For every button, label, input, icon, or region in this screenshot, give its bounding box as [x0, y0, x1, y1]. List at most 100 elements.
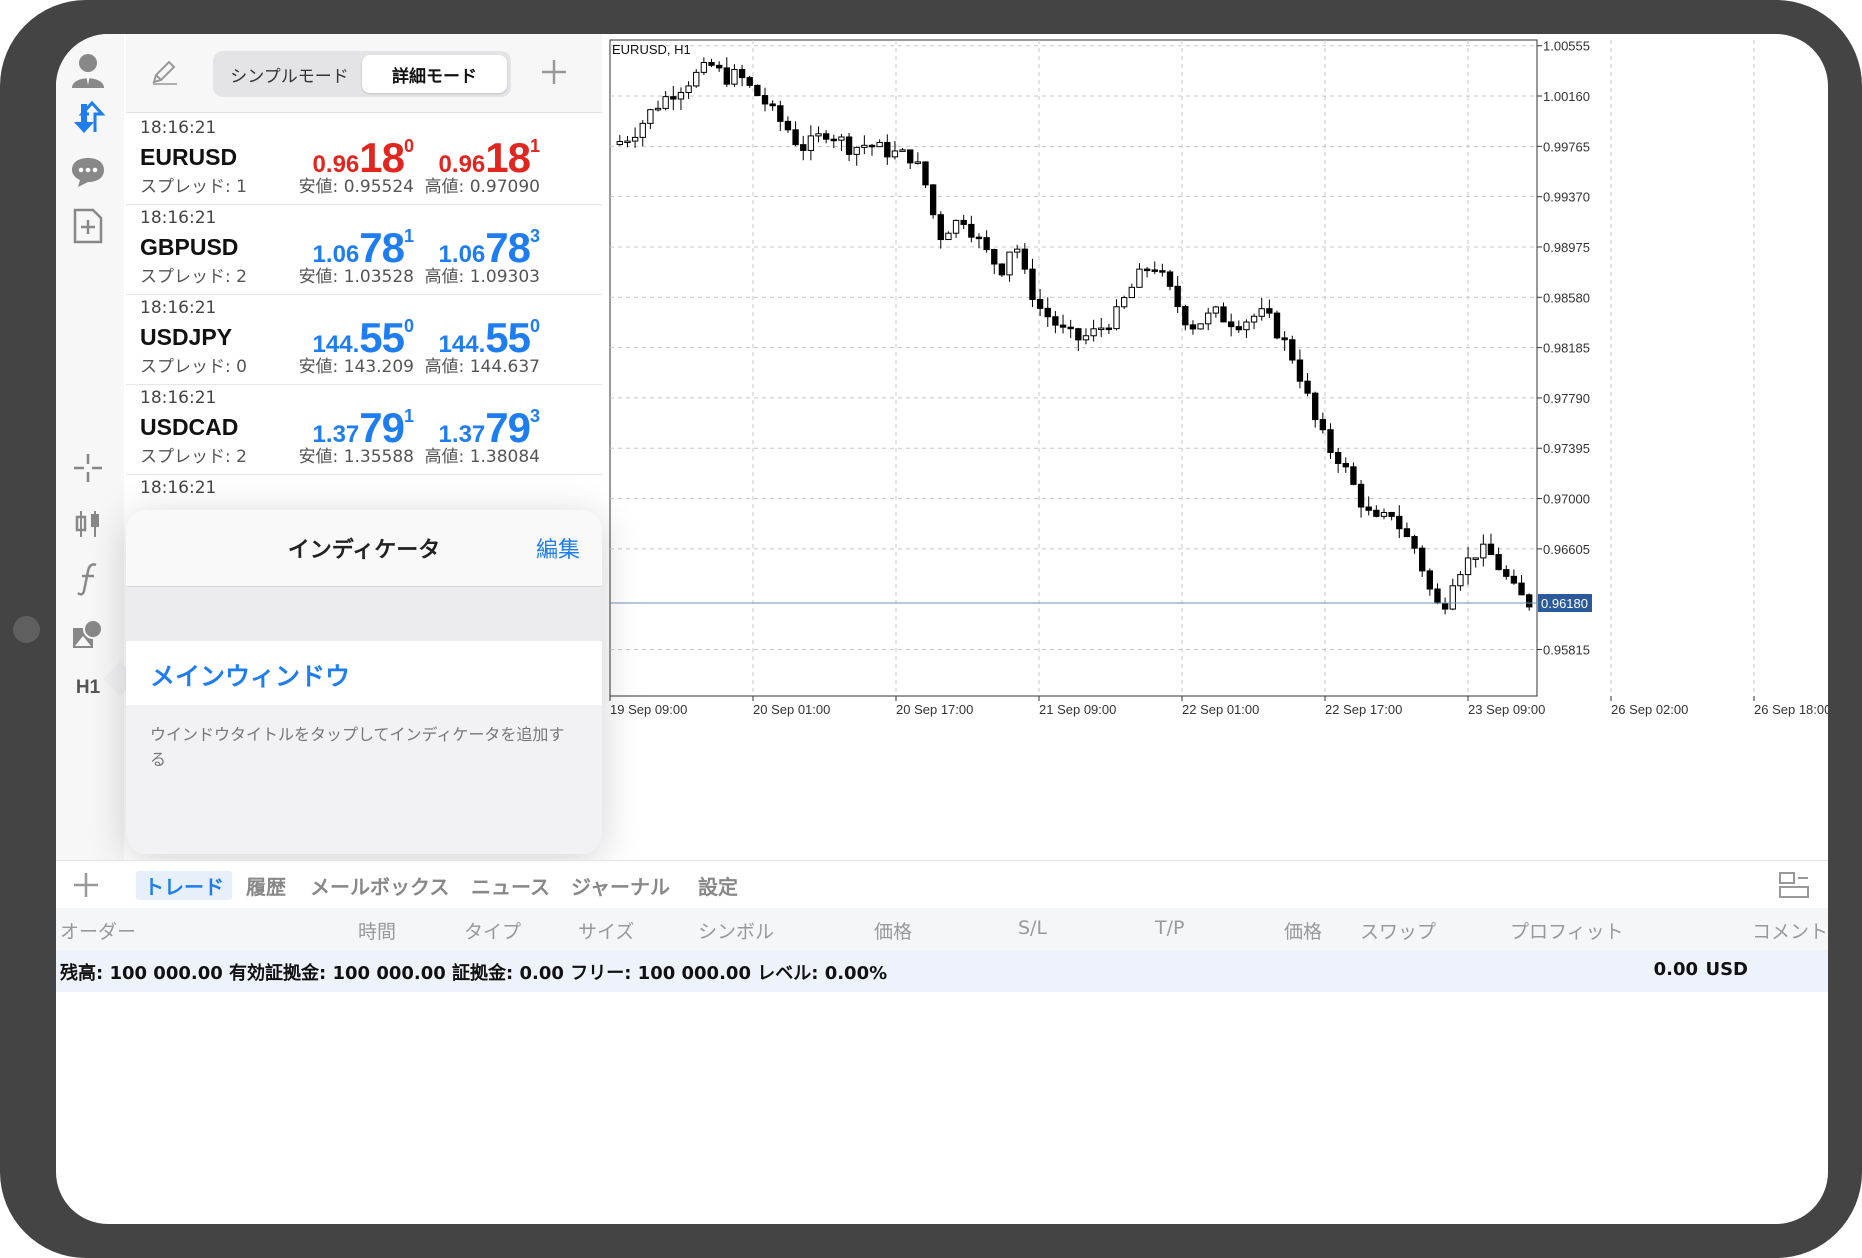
candle-body [1220, 306, 1227, 323]
tab-journal[interactable]: ジャーナル [571, 871, 670, 900]
quote-high: 高値: 0.97090 [424, 177, 540, 197]
chat-icon[interactable] [66, 150, 110, 194]
layout-icon[interactable] [1772, 863, 1816, 907]
edit-pencil-icon[interactable] [142, 50, 186, 94]
candle-body [1235, 326, 1242, 331]
candle-body [845, 136, 853, 155]
quote-spread: スプレッド: 2 [140, 267, 247, 287]
candle-body [1426, 570, 1434, 590]
candle-body [1373, 509, 1380, 517]
y-tick-label: 1.00160 [1543, 89, 1590, 104]
candle-body [1464, 557, 1472, 576]
add-order-icon[interactable] [64, 863, 108, 907]
candle-body [746, 77, 753, 86]
y-tick-label: 0.99370 [1543, 190, 1590, 205]
candle-body [754, 84, 761, 97]
candle-body [1189, 324, 1197, 330]
candle-body [952, 219, 960, 234]
quote-symbol: USDJPY [140, 324, 233, 350]
candle-body [1250, 315, 1258, 323]
candle-body [1006, 251, 1013, 276]
quotes-icon[interactable] [66, 96, 110, 140]
quote-row[interactable]: 18:16:21 USDJPY スプレッド: 0 144.550 144.550 安値: … [126, 294, 602, 385]
chart-title: EURUSD, H1 [612, 42, 691, 57]
y-tick-label: 0.98185 [1543, 341, 1590, 356]
advanced-mode-tab[interactable]: 詳細モード [362, 55, 507, 93]
candle-body [914, 161, 922, 164]
candle-body [1411, 536, 1418, 549]
tab-settings[interactable]: 設定 [698, 871, 738, 900]
x-tick-label: 22 Sep 01:00 [1182, 702, 1259, 717]
candle-body [1029, 268, 1036, 301]
candle-body [693, 71, 700, 87]
x-tick-label: 20 Sep 01:00 [753, 702, 830, 717]
indicators-icon[interactable] [66, 556, 110, 600]
x-tick-label: 26 Sep 02:00 [1611, 702, 1688, 717]
popover-edit-button[interactable]: 編集 [536, 532, 580, 564]
candle-body [1197, 323, 1204, 330]
quote-time: 18:16:21 [140, 208, 217, 228]
new-order-icon[interactable] [66, 204, 110, 248]
candle-body [1472, 557, 1479, 560]
tab-mailbox[interactable]: メールボックス [310, 871, 449, 900]
candle-body [1304, 380, 1311, 394]
chart-canvas[interactable]: 1.00555 1.00160 0.99765 0.99370 0.98975 0.985… [606, 34, 1828, 842]
candle-body [1503, 569, 1510, 577]
candle-body [1143, 268, 1151, 272]
candle-body [1526, 594, 1533, 608]
left-toolbar: H1 [56, 34, 124, 860]
candle-body [1273, 312, 1281, 339]
simple-mode-tab[interactable]: シンプルモード [217, 55, 362, 93]
candle-body [1014, 248, 1021, 253]
objects-icon[interactable] [66, 612, 110, 656]
popover-header: インディケータ 編集 [126, 510, 602, 587]
app-screen: H1 シンプルモード 詳細モード 18:16:21 EURUSD スプレッド: 1 0… [56, 34, 1828, 1224]
candle-body [1296, 359, 1304, 382]
candle-body [807, 135, 815, 151]
x-tick-label: 22 Sep 17:00 [1325, 702, 1402, 717]
candle-body [624, 140, 631, 144]
timeframe-button[interactable]: H1 [66, 666, 110, 710]
quote-row[interactable]: 18:16:21 USDCAD スプレッド: 2 1.37791 1.37793 安値: … [126, 384, 602, 475]
candle-body [1480, 543, 1487, 559]
candle-body [1312, 392, 1319, 421]
tab-news[interactable]: ニュース [471, 871, 550, 900]
current-price-label: 0.96180 [1541, 596, 1588, 611]
candle-body [1327, 429, 1334, 453]
main-window-item[interactable]: メインウィンドウ [126, 641, 602, 705]
col-time: 時間 [358, 921, 397, 943]
candle-body [1289, 339, 1296, 361]
candle-body [761, 95, 769, 105]
price-chart[interactable]: 1.00555 1.00160 0.99765 0.99370 0.98975 0.985… [606, 34, 1828, 842]
y-tick-label: 0.97395 [1543, 441, 1590, 456]
tab-history[interactable]: 履歴 [246, 871, 286, 900]
add-symbol-icon[interactable] [532, 50, 576, 94]
candle-body [647, 109, 654, 124]
quote-symbol: GBPUSD [140, 234, 239, 260]
ask-price-sup: 1 [529, 136, 540, 156]
candle-body [1403, 528, 1411, 538]
candle-body [616, 140, 623, 145]
crosshair-icon[interactable] [66, 446, 110, 490]
candle-body [868, 144, 876, 148]
indicator-popover: インディケータ 編集 メインウィンドウ ウインドウタイトルをタップしてインディケ… [126, 510, 602, 854]
chart-type-icon[interactable] [66, 502, 110, 546]
candle-body [1021, 248, 1029, 270]
y-tick-label: 1.00555 [1543, 39, 1590, 54]
col-price: 価格 [874, 921, 913, 943]
candle-body [1113, 306, 1120, 330]
candle-body [899, 149, 906, 152]
col-profit: プロフィット [1510, 921, 1624, 943]
candle-body [861, 144, 868, 148]
quote-row[interactable]: 18:16:21 EURUSD スプレッド: 1 0.96180 0.96181 安値: … [126, 114, 602, 205]
total-profit: 0.00 [1653, 959, 1698, 980]
candle-body [662, 96, 669, 109]
candle-body [1449, 585, 1456, 610]
tab-trade[interactable]: トレード [136, 871, 232, 900]
popover-separator [126, 587, 602, 641]
y-tick-label: 0.97790 [1543, 391, 1590, 406]
account-icon[interactable] [66, 48, 110, 92]
candle-body [1258, 308, 1265, 317]
quote-row[interactable]: 18:16:21 GBPUSD スプレッド: 2 1.06781 1.06783 安値: … [126, 204, 602, 295]
y-tick-label: 0.99765 [1543, 139, 1590, 154]
